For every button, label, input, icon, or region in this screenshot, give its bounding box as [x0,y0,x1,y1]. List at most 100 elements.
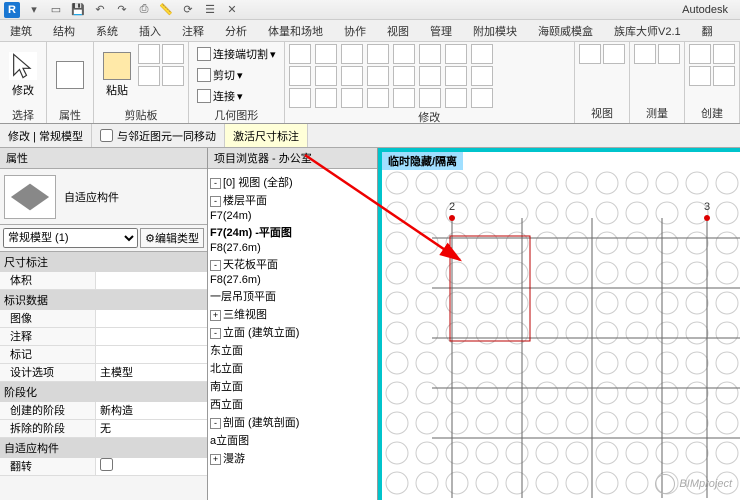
node-views[interactable]: -[0] 视图 (全部) [210,173,375,191]
node-ceiling[interactable]: -天花板平面 [210,255,375,273]
measure1-button[interactable] [634,44,656,64]
array-button[interactable] [393,44,415,64]
node-c1[interactable]: F8(27.6m) [210,273,375,287]
create1-button[interactable] [689,44,711,64]
properties-button[interactable] [51,44,89,106]
tab-systems[interactable]: 系统 [86,20,129,41]
toggle-icon[interactable]: - [210,260,221,271]
more-icon[interactable]: ☰ [200,2,220,18]
hide-button[interactable] [367,88,389,108]
extend-button[interactable] [471,66,493,86]
undo-icon[interactable]: ↶ [90,2,110,18]
offset-button[interactable] [289,66,311,86]
close-view-icon[interactable]: ✕ [222,2,242,18]
toggle-icon[interactable]: + [210,310,221,321]
cope-button[interactable]: 连接端切割 ▾ [193,44,280,64]
mirror-button[interactable] [367,44,389,64]
tab-insert[interactable]: 插入 [129,20,172,41]
group-button[interactable] [419,66,441,86]
split-button[interactable] [471,44,493,64]
move-button[interactable] [289,44,311,64]
node-e2[interactable]: 北立面 [210,359,375,377]
rotate-button[interactable] [341,44,363,64]
redo-icon[interactable]: ↷ [112,2,132,18]
measure2-button[interactable] [658,44,680,64]
override-button[interactable] [393,88,415,108]
create4-button[interactable] [713,66,735,86]
group-dimensions[interactable]: 尺寸标注 [0,252,207,272]
node-section[interactable]: -剖面 (建筑剖面) [210,413,375,431]
toggle-icon[interactable]: - [210,328,221,339]
more2-button[interactable] [471,88,493,108]
drawing-viewport[interactable]: 临时隐藏/隔离 [378,148,740,500]
opt-movewith[interactable]: 与邻近图元一同移动 [92,124,225,147]
node-walk[interactable]: +漫游 [210,449,375,467]
type-selector[interactable]: 常规模型 (1) [3,228,138,248]
lock-button[interactable] [289,88,311,108]
scale-button[interactable] [419,44,441,64]
node-f7-active[interactable]: F7(24m) -平面图 [210,223,375,241]
more1-button[interactable] [445,88,467,108]
opt-activate-dim[interactable]: 激活尺寸标注 [225,124,308,147]
open-icon[interactable]: ▾ [24,2,44,18]
tab-manage[interactable]: 管理 [420,20,463,41]
node-s1[interactable]: a立面图 [210,431,375,449]
node-e4[interactable]: 西立面 [210,395,375,413]
toggle-icon[interactable]: + [210,454,221,465]
measure-icon[interactable]: 📏 [156,2,176,18]
toggle-icon[interactable]: - [210,418,221,429]
image-val[interactable] [96,310,207,327]
print-icon[interactable]: ⎙ [134,2,154,18]
trim2-button[interactable] [445,44,467,64]
tab-collab[interactable]: 协作 [334,20,377,41]
tab-view[interactable]: 视图 [377,20,420,41]
modify-button[interactable]: 修改 [4,44,42,106]
group-adaptive[interactable]: 自适应构件 [0,438,207,458]
volume-val[interactable] [96,272,207,289]
tab-haiyiwei[interactable]: 海颐威模盒 [528,20,604,41]
group-identity[interactable]: 标识数据 [0,290,207,310]
tab-analyze[interactable]: 分析 [215,20,258,41]
node-f8[interactable]: F8(27.6m) [210,241,375,255]
node-3d[interactable]: +三维视图 [210,305,375,323]
tab-family[interactable]: 族库大师V2.1 [604,20,692,41]
movewith-checkbox[interactable] [100,129,113,142]
tab-extra[interactable]: 翻 [692,20,724,41]
created-val[interactable]: 新构造 [96,402,207,419]
node-e1[interactable]: 东立面 [210,341,375,359]
pin-button[interactable] [341,66,363,86]
view1-button[interactable] [579,44,601,64]
edit-type-button[interactable]: ⚙编辑类型 [140,228,204,248]
tab-arch[interactable]: 建筑 [0,20,43,41]
group-phase[interactable]: 阶段化 [0,382,207,402]
comment-val[interactable] [96,328,207,345]
new-icon[interactable]: ▭ [46,2,66,18]
node-c2[interactable]: 一层吊顶平面 [210,287,375,305]
unlock-button[interactable] [315,88,337,108]
linework-button[interactable] [419,88,441,108]
align-button[interactable] [162,66,184,86]
mark-val[interactable] [96,346,207,363]
create2-button[interactable] [713,44,735,64]
cut-button[interactable] [138,44,160,64]
unpin-button[interactable] [367,66,389,86]
tab-struct[interactable]: 结构 [43,20,86,41]
demolish-button[interactable] [341,88,363,108]
family-header[interactable]: 自适应构件 [0,169,207,225]
node-floorplan[interactable]: -楼层平面 [210,191,375,209]
paste-button[interactable]: 粘贴 [98,44,136,106]
delete-button[interactable] [393,66,415,86]
tab-addins[interactable]: 附加模块 [463,20,528,41]
drawing-canvas[interactable]: 2 3 [382,168,740,500]
toggle-icon[interactable]: - [210,196,221,207]
ungroup-button[interactable] [445,66,467,86]
toggle-icon[interactable]: - [210,178,221,189]
view2-button[interactable] [603,44,625,64]
copy2-button[interactable] [315,44,337,64]
tab-annotate[interactable]: 注释 [172,20,215,41]
cut-geom-button[interactable]: 剪切 ▾ [193,65,247,85]
create3-button[interactable] [689,66,711,86]
node-e3[interactable]: 南立面 [210,377,375,395]
tab-mass[interactable]: 体量和场地 [258,20,334,41]
flip-checkbox[interactable] [100,458,113,471]
